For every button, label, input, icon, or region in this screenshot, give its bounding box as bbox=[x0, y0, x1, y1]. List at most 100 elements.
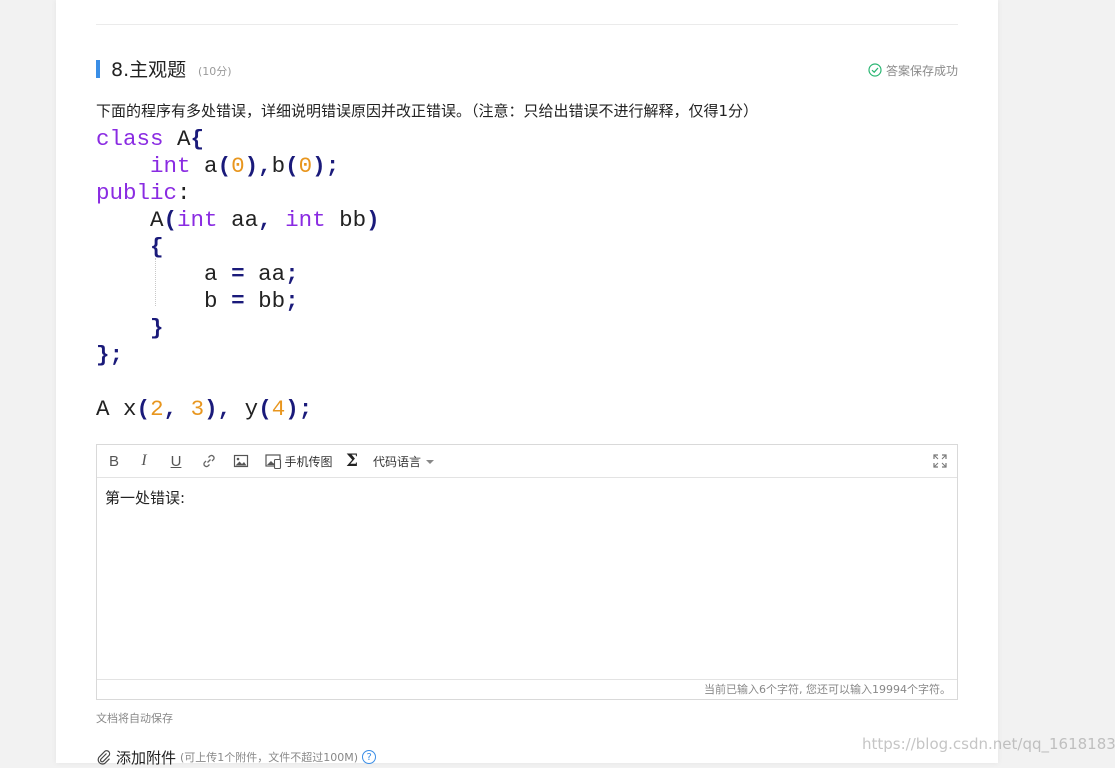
code-token: : bbox=[177, 180, 191, 206]
code-token: } bbox=[96, 342, 110, 368]
code-line: }; bbox=[96, 342, 958, 369]
code-token: ( bbox=[285, 153, 299, 179]
question-score: (10分) bbox=[198, 65, 232, 78]
code-token: aa bbox=[258, 261, 286, 287]
title-accent-bar bbox=[96, 60, 100, 78]
check-circle-icon bbox=[868, 63, 882, 77]
link-button[interactable] bbox=[199, 445, 219, 477]
code-token: ) bbox=[312, 153, 326, 179]
mobile-upload-button[interactable]: 手机传图 bbox=[264, 445, 334, 477]
code-token: , bbox=[163, 396, 178, 422]
image-icon bbox=[233, 454, 249, 468]
code-token: ; bbox=[298, 396, 313, 422]
link-icon bbox=[203, 454, 215, 468]
code-token: 4 bbox=[271, 396, 286, 422]
editor-text-area[interactable]: 第一处错误: bbox=[105, 487, 185, 509]
caret-down-icon bbox=[426, 459, 435, 464]
watermark: https://blog.csdn.net/qq_16181837 bbox=[862, 735, 1115, 753]
code-block: class A{ int a(0),b(0); public: A(int aa… bbox=[96, 126, 958, 423]
code-token: ) bbox=[285, 396, 299, 422]
code-token: , bbox=[258, 153, 272, 179]
code-line: } bbox=[96, 315, 958, 342]
code-line: A(int aa, int bb) bbox=[96, 207, 958, 234]
code-token: b bbox=[271, 153, 286, 179]
underline-button[interactable]: U bbox=[167, 445, 185, 477]
code-token: A bbox=[150, 207, 164, 233]
code-token: A bbox=[96, 396, 110, 422]
char-count: 当前已输入6个字符, 您还可以输入19994个字符。 bbox=[97, 679, 957, 699]
code-token: b bbox=[204, 288, 218, 314]
attachment-label[interactable]: 添加附件 bbox=[116, 747, 176, 768]
help-icon[interactable]: ? bbox=[362, 750, 377, 764]
code-token: ; bbox=[285, 261, 299, 287]
fullscreen-icon bbox=[933, 454, 947, 468]
code-token: int bbox=[177, 207, 218, 233]
code-token: y bbox=[244, 396, 259, 422]
code-line: int a(0),b(0); bbox=[96, 153, 958, 180]
code-token: bb bbox=[258, 288, 286, 314]
question-header: 8.主观题 (10分) 答案保存成功 bbox=[96, 58, 958, 82]
code-token: 0 bbox=[298, 153, 313, 179]
code-token: ) bbox=[204, 396, 218, 422]
code-token: a bbox=[204, 261, 218, 287]
code-token: 2 bbox=[150, 396, 164, 422]
code-token: A bbox=[177, 126, 191, 152]
code-token: ( bbox=[258, 396, 272, 422]
code-token: x bbox=[123, 396, 137, 422]
code-token: = bbox=[231, 288, 245, 314]
code-line: { bbox=[96, 234, 958, 261]
save-status: 答案保存成功 bbox=[868, 60, 958, 80]
code-token: int bbox=[150, 153, 191, 179]
code-token: ; bbox=[325, 153, 340, 179]
code-token: , bbox=[217, 396, 232, 422]
formula-button[interactable]: Σ bbox=[342, 445, 362, 477]
code-line: b = bb; bbox=[96, 288, 958, 315]
italic-button[interactable]: I bbox=[135, 445, 153, 477]
question-description: 下面的程序有多处错误，详细说明错误原因并改正错误。（注意：只给出错误不进行解释，… bbox=[96, 102, 759, 120]
code-token: { bbox=[190, 126, 205, 152]
code-token: 0 bbox=[231, 153, 245, 179]
code-token: ( bbox=[136, 396, 151, 422]
code-token: int bbox=[285, 207, 326, 233]
code-token: class bbox=[96, 126, 164, 152]
code-token: ) bbox=[366, 207, 380, 233]
code-line: class A{ bbox=[96, 126, 958, 153]
bold-button[interactable]: B bbox=[105, 445, 123, 477]
save-status-text: 答案保存成功 bbox=[885, 63, 958, 78]
code-token: } bbox=[150, 315, 164, 341]
question-card: 8.主观题 (10分) 答案保存成功 下面的程序有多处错误，详细说明错误原因并改… bbox=[56, 0, 998, 767]
fullscreen-button[interactable] bbox=[931, 445, 949, 477]
code-token: ( bbox=[217, 153, 232, 179]
code-token: = bbox=[231, 261, 245, 287]
code-language-dropdown[interactable]: 代码语言 bbox=[373, 445, 437, 477]
code-line: public: bbox=[96, 180, 958, 207]
code-token: , bbox=[258, 207, 272, 233]
code-token: public bbox=[96, 180, 178, 206]
answer-editor: B I U 手机传图 Σ 代码语言 第一处错误: 当前已输入6个字符, 您还可以… bbox=[96, 444, 958, 700]
code-token: aa bbox=[231, 207, 259, 233]
indent-guide bbox=[155, 258, 156, 306]
code-line: a = aa; bbox=[96, 261, 958, 288]
code-language-label: 代码语言 bbox=[373, 454, 422, 469]
code-token: bb bbox=[339, 207, 367, 233]
code-line: A x(2, 3), y(4); bbox=[96, 396, 958, 423]
add-attachment[interactable]: 添加附件 (可上传1个附件，文件不超过100M) ? bbox=[96, 746, 377, 768]
question-title: 8.主观题 bbox=[111, 59, 187, 81]
editor-toolbar: B I U 手机传图 Σ 代码语言 bbox=[97, 445, 957, 478]
code-token: a bbox=[204, 153, 218, 179]
image-button[interactable] bbox=[231, 445, 251, 477]
